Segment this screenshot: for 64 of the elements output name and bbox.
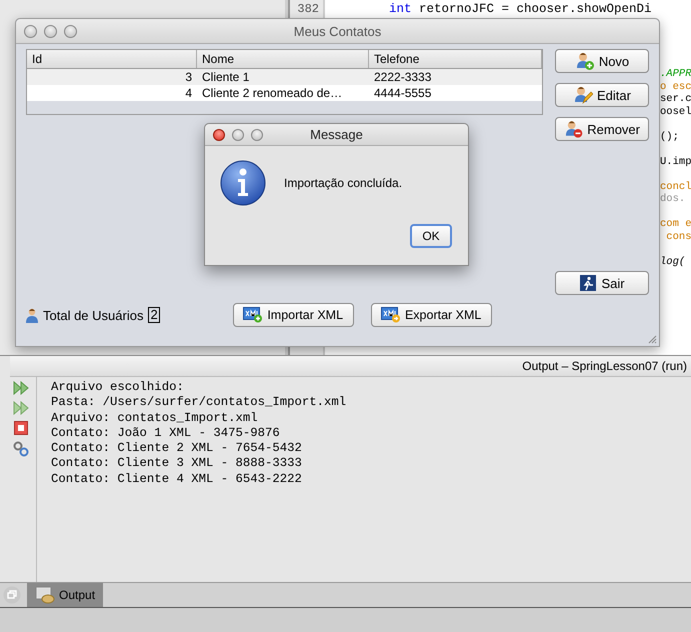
- code-line: int retornoJFC = chooser.showOpenDi: [389, 3, 653, 16]
- resize-grip-icon[interactable]: [647, 334, 657, 344]
- table-cell-text: Cliente 2 renomeado de…: [201, 85, 344, 101]
- window-title: Meus Contatos: [294, 24, 382, 38]
- code-fragment: U.imp: [660, 156, 691, 168]
- console-line: Contato: Cliente 3 XML - 8888-3333: [51, 456, 303, 472]
- console-line: Contato: João 1 XML - 3475-9876: [51, 426, 281, 442]
- xml-file-icon: [380, 307, 401, 323]
- stop-icon[interactable]: [14, 421, 28, 435]
- window-control-button[interactable]: [64, 24, 77, 38]
- user-icon: [574, 51, 595, 71]
- action-button[interactable]: Editar: [555, 83, 649, 107]
- xml-button[interactable]: Exportar XML: [370, 303, 492, 327]
- xml-file-icon: [243, 307, 264, 323]
- code-fragment: ();: [660, 130, 679, 142]
- code-fragment: .APPR: [660, 68, 691, 80]
- rerun-icon[interactable]: [13, 381, 29, 395]
- table-cell-text: 4444-5555: [373, 85, 432, 101]
- window-control-button[interactable]: [213, 128, 225, 140]
- console-line: Contato: Cliente 4 XML - 6543-2222: [51, 472, 303, 488]
- console-icon: [35, 586, 55, 604]
- code-fragment: cons: [665, 230, 691, 242]
- info-icon: [220, 160, 266, 206]
- table-cell-text: 2222-3333: [373, 69, 432, 85]
- output-tab[interactable]: Output: [27, 583, 104, 607]
- code-fragment: o esc: [660, 80, 691, 92]
- total-users-label: Total de Usuários: [43, 308, 144, 322]
- rerun-icon[interactable]: [13, 401, 29, 415]
- user-icon: [26, 308, 38, 322]
- restore-window-icon[interactable]: [3, 586, 21, 604]
- console-line: Contato: Cliente 2 XML - 7654-5432: [51, 441, 303, 456]
- xml-button[interactable]: Importar XML: [232, 303, 354, 327]
- dialog-message: Importação concluída.: [284, 176, 402, 190]
- ok-button[interactable]: OK: [410, 224, 452, 248]
- table-cell-text: 3: [184, 69, 193, 85]
- window-control-button[interactable]: [24, 24, 37, 38]
- output-title: Output – SpringLesson07 (run): [522, 359, 687, 373]
- window-control-button[interactable]: [44, 24, 57, 38]
- dialog-title: Message: [310, 127, 363, 142]
- console-line: Pasta: /Users/surfer/contatos_Import.xml: [51, 395, 346, 411]
- total-users-count: 2: [148, 307, 160, 323]
- code-fragment: log(: [660, 256, 686, 268]
- action-button[interactable]: Remover: [555, 117, 649, 141]
- window-control-button[interactable]: [251, 128, 263, 140]
- code-fragment: oosel: [660, 106, 691, 118]
- console-line: Arquivo escolhido:: [51, 380, 185, 396]
- exit-button[interactable]: Sair: [555, 271, 649, 295]
- user-icon: [573, 85, 594, 105]
- column-header[interactable]: Nome: [197, 50, 369, 68]
- action-button[interactable]: Novo: [555, 49, 649, 73]
- code-fragment: com e: [660, 218, 691, 230]
- line-number: 382: [297, 3, 319, 16]
- settings-icon[interactable]: [13, 441, 29, 457]
- table-cell-text: Cliente 1: [201, 69, 250, 85]
- code-fragment: dos.: [660, 193, 686, 205]
- window-control-button[interactable]: [232, 128, 244, 140]
- table-cell-text: 4: [184, 85, 193, 101]
- column-header[interactable]: Id: [27, 50, 197, 68]
- code-fragment: concl: [660, 180, 691, 192]
- code-fragment: ser.c: [660, 93, 691, 105]
- console-line: Arquivo: contatos_Import.xml: [51, 410, 259, 426]
- column-header[interactable]: Telefone: [369, 50, 542, 68]
- exit-door-icon: [579, 274, 598, 292]
- user-icon: [564, 119, 584, 139]
